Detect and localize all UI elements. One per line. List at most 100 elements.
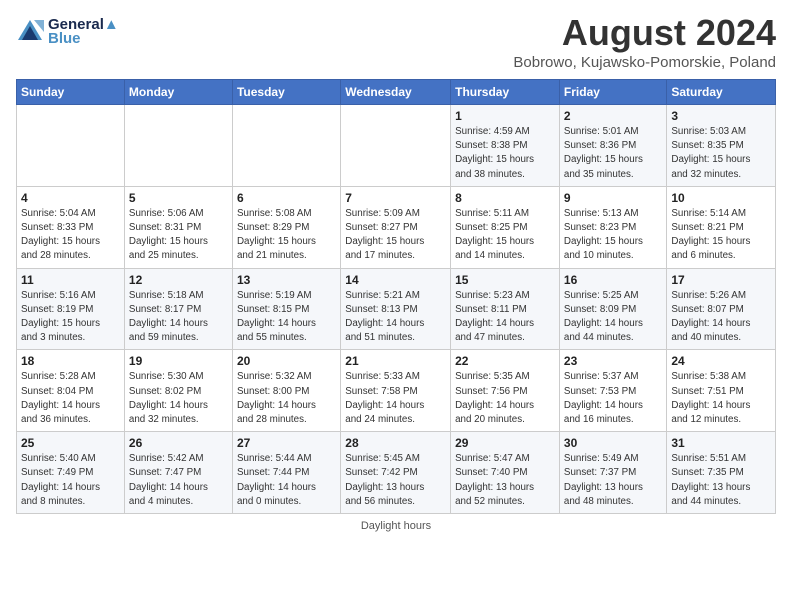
- day-info: Sunrise: 5:32 AM Sunset: 8:00 PM Dayligh…: [237, 370, 336, 427]
- calendar-cell: 13 Sunrise: 5:19 AM Sunset: 8:15 PM Dayli…: [232, 268, 340, 350]
- calendar-cell: 31Sunrise: 5:51 AM Sunset: 7:35 PM Dayli…: [667, 432, 776, 514]
- footer: Daylight hours: [16, 520, 776, 532]
- day-number: 23: [564, 354, 662, 368]
- calendar-cell: 16 Sunrise: 5:25 AM Sunset: 8:09 PM Dayli…: [559, 268, 666, 350]
- calendar-week-row: 4Sunrise: 5:04 AM Sunset: 8:33 PM Daylig…: [17, 186, 776, 268]
- title-area: August 2024 Bobrowo, Kujawsko-Pomorskie,…: [513, 12, 776, 71]
- day-info: Sunrise: 5:47 AM Sunset: 7:40 PM Dayligh…: [455, 452, 555, 509]
- logo-icon: [16, 18, 44, 46]
- day-info: Sunrise: 5:35 AM Sunset: 7:56 PM Dayligh…: [455, 370, 555, 427]
- day-info: Sunrise: 5:25 AM Sunset: 8:09 PM Dayligh…: [564, 289, 662, 346]
- header-area: General▲ Blue August 2024 Bobrowo, Kujaw…: [16, 12, 776, 71]
- day-number: 2: [564, 109, 662, 123]
- calendar-cell: 3 Sunrise: 5:03 AM Sunset: 8:35 PM Daylig…: [667, 105, 776, 187]
- calendar-cell: 2Sunrise: 5:01 AM Sunset: 8:36 PM Daylig…: [559, 105, 666, 187]
- calendar-cell: 26 Sunrise: 5:42 AM Sunset: 7:47 PM Dayli…: [124, 432, 232, 514]
- calendar-cell: 6Sunrise: 5:08 AM Sunset: 8:29 PM Daylig…: [232, 186, 340, 268]
- day-info: Sunrise: 5:26 AM Sunset: 8:07 PM Dayligh…: [671, 289, 771, 346]
- day-info: Sunrise: 5:16 AM Sunset: 8:19 PM Dayligh…: [21, 289, 120, 346]
- day-header-monday: Monday: [124, 80, 232, 105]
- day-number: 13: [237, 273, 336, 287]
- day-header-thursday: Thursday: [451, 80, 560, 105]
- calendar-cell: 22 Sunrise: 5:35 AM Sunset: 7:56 PM Dayli…: [451, 350, 560, 432]
- calendar-week-row: 1 Sunrise: 4:59 AM Sunset: 8:38 PM Daylig…: [17, 105, 776, 187]
- calendar-cell: 15 Sunrise: 5:23 AM Sunset: 8:11 PM Dayli…: [451, 268, 560, 350]
- day-number: 15: [455, 273, 555, 287]
- day-info: Sunrise: 5:23 AM Sunset: 8:11 PM Dayligh…: [455, 289, 555, 346]
- day-info: Sunrise: 5:28 AM Sunset: 8:04 PM Dayligh…: [21, 370, 120, 427]
- day-info: Sunrise: 5:14 AM Sunset: 8:21 PM Dayligh…: [671, 207, 771, 264]
- calendar-cell: [124, 105, 232, 187]
- calendar-cell: 17 Sunrise: 5:26 AM Sunset: 8:07 PM Dayli…: [667, 268, 776, 350]
- day-number: 12: [129, 273, 228, 287]
- calendar-cell: 23Sunrise: 5:37 AM Sunset: 7:53 PM Dayli…: [559, 350, 666, 432]
- day-info: Sunrise: 5:18 AM Sunset: 8:17 PM Dayligh…: [129, 289, 228, 346]
- calendar-cell: 25 Sunrise: 5:40 AM Sunset: 7:49 PM Dayli…: [17, 432, 125, 514]
- day-number: 27: [237, 436, 336, 450]
- day-info: Sunrise: 5:42 AM Sunset: 7:47 PM Dayligh…: [129, 452, 228, 509]
- day-info: Sunrise: 5:44 AM Sunset: 7:44 PM Dayligh…: [237, 452, 336, 509]
- day-info: Sunrise: 5:21 AM Sunset: 8:13 PM Dayligh…: [345, 289, 446, 346]
- day-number: 7: [345, 191, 446, 205]
- day-number: 17: [671, 273, 771, 287]
- calendar-header-row: SundayMondayTuesdayWednesdayThursdayFrid…: [17, 80, 776, 105]
- day-info: Sunrise: 5:33 AM Sunset: 7:58 PM Dayligh…: [345, 370, 446, 427]
- day-number: 5: [129, 191, 228, 205]
- day-number: 1: [455, 109, 555, 123]
- day-info: Sunrise: 5:13 AM Sunset: 8:23 PM Dayligh…: [564, 207, 662, 264]
- subtitle: Bobrowo, Kujawsko-Pomorskie, Poland: [513, 54, 776, 71]
- day-number: 19: [129, 354, 228, 368]
- calendar-cell: 5 Sunrise: 5:06 AM Sunset: 8:31 PM Daylig…: [124, 186, 232, 268]
- day-header-tuesday: Tuesday: [232, 80, 340, 105]
- day-number: 20: [237, 354, 336, 368]
- calendar-cell: 30 Sunrise: 5:49 AM Sunset: 7:37 PM Dayli…: [559, 432, 666, 514]
- day-header-saturday: Saturday: [667, 80, 776, 105]
- day-info: Sunrise: 5:03 AM Sunset: 8:35 PM Dayligh…: [671, 125, 771, 182]
- day-info: Sunrise: 4:59 AM Sunset: 8:38 PM Dayligh…: [455, 125, 555, 182]
- day-number: 16: [564, 273, 662, 287]
- calendar-cell: 7Sunrise: 5:09 AM Sunset: 8:27 PM Daylig…: [341, 186, 451, 268]
- calendar-cell: [17, 105, 125, 187]
- day-info: Sunrise: 5:45 AM Sunset: 7:42 PM Dayligh…: [345, 452, 446, 509]
- day-info: Sunrise: 5:19 AM Sunset: 8:15 PM Dayligh…: [237, 289, 336, 346]
- day-number: 22: [455, 354, 555, 368]
- day-number: 18: [21, 354, 120, 368]
- calendar-cell: 12 Sunrise: 5:18 AM Sunset: 8:17 PM Dayli…: [124, 268, 232, 350]
- day-number: 30: [564, 436, 662, 450]
- day-info: Sunrise: 5:40 AM Sunset: 7:49 PM Dayligh…: [21, 452, 120, 509]
- day-number: 31: [671, 436, 771, 450]
- day-number: 9: [564, 191, 662, 205]
- calendar-cell: 20 Sunrise: 5:32 AM Sunset: 8:00 PM Dayli…: [232, 350, 340, 432]
- day-info: Sunrise: 5:49 AM Sunset: 7:37 PM Dayligh…: [564, 452, 662, 509]
- day-number: 24: [671, 354, 771, 368]
- day-info: Sunrise: 5:06 AM Sunset: 8:31 PM Dayligh…: [129, 207, 228, 264]
- calendar-cell: 21 Sunrise: 5:33 AM Sunset: 7:58 PM Dayli…: [341, 350, 451, 432]
- day-number: 28: [345, 436, 446, 450]
- day-number: 21: [345, 354, 446, 368]
- day-number: 10: [671, 191, 771, 205]
- calendar-table: SundayMondayTuesdayWednesdayThursdayFrid…: [16, 79, 776, 514]
- day-header-wednesday: Wednesday: [341, 80, 451, 105]
- calendar-cell: 14Sunrise: 5:21 AM Sunset: 8:13 PM Dayli…: [341, 268, 451, 350]
- calendar-cell: 1 Sunrise: 4:59 AM Sunset: 8:38 PM Daylig…: [451, 105, 560, 187]
- day-header-sunday: Sunday: [17, 80, 125, 105]
- day-number: 8: [455, 191, 555, 205]
- calendar-cell: 28 Sunrise: 5:45 AM Sunset: 7:42 PM Dayli…: [341, 432, 451, 514]
- calendar-cell: 29 Sunrise: 5:47 AM Sunset: 7:40 PM Dayli…: [451, 432, 560, 514]
- logo: General▲ Blue: [16, 16, 119, 47]
- logo-text: General▲ Blue: [48, 16, 119, 47]
- day-number: 29: [455, 436, 555, 450]
- calendar-cell: 8Sunrise: 5:11 AM Sunset: 8:25 PM Daylig…: [451, 186, 560, 268]
- day-info: Sunrise: 5:30 AM Sunset: 8:02 PM Dayligh…: [129, 370, 228, 427]
- day-number: 3: [671, 109, 771, 123]
- calendar-cell: 11Sunrise: 5:16 AM Sunset: 8:19 PM Dayli…: [17, 268, 125, 350]
- day-info: Sunrise: 5:38 AM Sunset: 7:51 PM Dayligh…: [671, 370, 771, 427]
- calendar-cell: 19 Sunrise: 5:30 AM Sunset: 8:02 PM Dayli…: [124, 350, 232, 432]
- day-number: 25: [21, 436, 120, 450]
- day-number: 6: [237, 191, 336, 205]
- calendar-cell: 10 Sunrise: 5:14 AM Sunset: 8:21 PM Dayli…: [667, 186, 776, 268]
- day-number: 26: [129, 436, 228, 450]
- calendar-cell: [232, 105, 340, 187]
- calendar-cell: 24 Sunrise: 5:38 AM Sunset: 7:51 PM Dayli…: [667, 350, 776, 432]
- calendar-week-row: 11Sunrise: 5:16 AM Sunset: 8:19 PM Dayli…: [17, 268, 776, 350]
